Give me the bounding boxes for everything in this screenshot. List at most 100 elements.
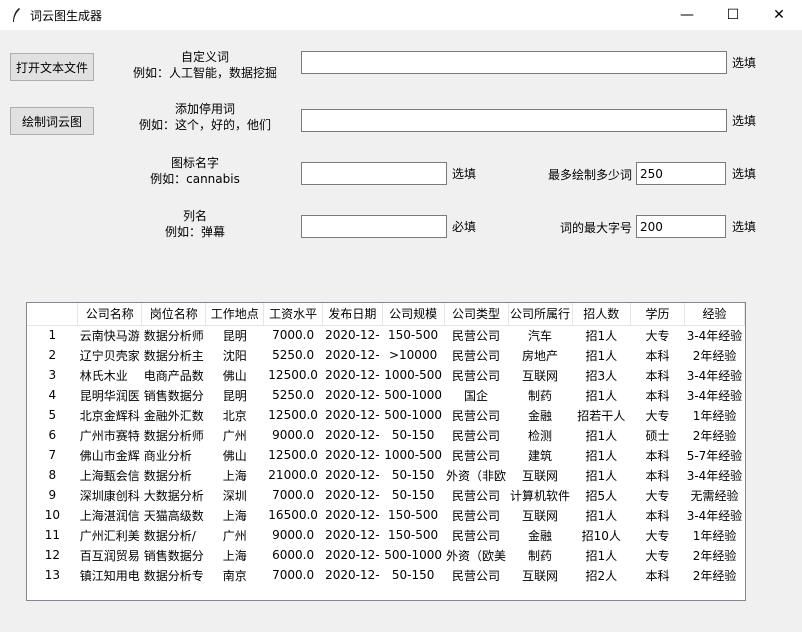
- table-row[interactable]: 5 北京金辉科 金融外汇数 北京 12500.0 2020-12- 500-1000 民营公司…: [27, 405, 745, 425]
- table-row[interactable]: 7 佛山市金辉 商业分析 佛山 12500.0 2020-12- 1000-500 民营公司 建…: [27, 445, 745, 465]
- table-cell: 50-150: [391, 568, 435, 582]
- open-file-button[interactable]: 打开文本文件: [10, 53, 94, 81]
- table-row[interactable]: 2 辽宁贝壳家 数据分析主 沈阳 5250.0 2020-12- >10000 民营公司 房地产…: [27, 345, 745, 365]
- maximize-button[interactable]: ☐: [710, 0, 756, 30]
- table-cell: 民营公司: [452, 528, 501, 543]
- table-cell: 2020-12-: [325, 348, 380, 362]
- table-cell: 5250.0: [272, 388, 315, 402]
- column-name-label: 列名 例如：弹幕: [120, 208, 270, 240]
- table-row[interactable]: 10 上海湛润信 天猫高级数 上海 16500.0 2020-12- 150-500 民营公司…: [27, 505, 745, 525]
- row-index: 9: [48, 488, 57, 502]
- table-row[interactable]: 9 深圳康创科 大数据分析 深圳 7000.0 2020-12- 50-150 民营公司 计算机…: [27, 485, 745, 505]
- column-header[interactable]: 工作地点: [205, 303, 265, 326]
- table-cell: 数据分析专: [143, 568, 204, 583]
- data-table[interactable]: 公司名称 岗位名称 工作地点 工资水平 发布日期 公司规模 公司类型 公司所属行 招人数 学历 经验…: [26, 302, 746, 601]
- max-font-input[interactable]: [636, 215, 726, 238]
- table-cell: 上海湛润信: [79, 508, 140, 523]
- table-cell: 外资（欧美: [446, 548, 507, 563]
- row-index: 3: [48, 368, 57, 382]
- column-header[interactable]: 岗位名称: [141, 303, 207, 326]
- table-cell: 计算机软件: [510, 488, 571, 503]
- table-row[interactable]: 3 林氏木业 电商产品数 佛山 12500.0 2020-12- 1000-500 民营公司 互…: [27, 365, 745, 385]
- table-cell: 上海: [222, 548, 247, 563]
- column-header[interactable]: 发布日期: [322, 303, 383, 326]
- row-index: 4: [48, 388, 57, 402]
- data-table-grid: 公司名称 岗位名称 工作地点 工资水平 发布日期 公司规模 公司类型 公司所属行 招人数 学历 经验…: [27, 303, 745, 585]
- column-header[interactable]: [27, 303, 79, 326]
- column-header[interactable]: 招人数: [572, 303, 632, 326]
- table-cell: 招1人: [585, 388, 618, 403]
- custom-words-input[interactable]: [301, 51, 727, 74]
- table-row[interactable]: 6 广州市赛特 数据分析师 广州 9000.0 2020-12- 50-150 民营公司 检测 招…: [27, 425, 745, 445]
- table-cell: 佛山: [222, 448, 247, 463]
- table-cell: 昆明: [222, 328, 247, 343]
- row-index: 1: [48, 328, 57, 343]
- table-cell: 1年经验: [692, 408, 737, 423]
- table-cell: 数据分析师: [143, 428, 204, 443]
- table-cell: 12500.0: [268, 448, 318, 462]
- table-cell: 数据分析: [143, 468, 192, 483]
- table-cell: 金融: [528, 528, 553, 543]
- table-cell: 深圳: [222, 488, 247, 503]
- table-cell: 12500.0: [268, 368, 318, 382]
- table-cell: 互联网: [522, 468, 559, 483]
- row-index: 5: [48, 408, 57, 422]
- row-index: 10: [44, 508, 61, 522]
- table-cell: 5250.0: [272, 348, 315, 362]
- table-cell: 2年经验: [692, 428, 737, 443]
- column-header[interactable]: 公司名称: [77, 303, 143, 326]
- table-row[interactable]: 8 上海甄会信 数据分析 上海 21000.0 2020-12- 50-150 外资（非欧 互联…: [27, 465, 745, 485]
- table-cell: 数据分析/: [143, 528, 196, 543]
- table-row[interactable]: 4 昆明华润医 销售数据分 昆明 5250.0 2020-12- 500-1000 国企 制药 招…: [27, 385, 745, 405]
- column-name-input[interactable]: [301, 215, 447, 238]
- title-bar: 词云图生成器 — ☐ ✕: [0, 0, 802, 30]
- table-cell: 500-1000: [384, 408, 442, 422]
- table-row[interactable]: 11 广州汇利美 数据分析/广州 9000.0 2020-12- 150-500 民营公司 金…: [27, 525, 745, 545]
- table-row[interactable]: 12 百互润贸易 销售数据分 上海 6000.0 2020-12- 500-1000 外资（欧…: [27, 545, 745, 565]
- row-index: 8: [48, 468, 57, 482]
- table-cell: 互联网: [522, 568, 559, 583]
- table-cell: 150-500: [388, 528, 439, 542]
- column-header[interactable]: 公司类型: [444, 303, 509, 326]
- column-header[interactable]: 经验: [684, 303, 745, 326]
- table-cell: 2020-12-: [325, 408, 380, 422]
- table-cell: 本科: [645, 468, 670, 483]
- table-cell: 佛山市金辉: [79, 448, 140, 463]
- table-cell: 招1人: [585, 348, 618, 363]
- max-words-input[interactable]: [636, 162, 726, 185]
- table-cell: 大专: [645, 488, 670, 503]
- table-cell: 广州: [222, 528, 247, 543]
- table-cell: 大数据分析: [143, 488, 204, 503]
- table-cell: 7000.0: [272, 328, 315, 343]
- table-cell: 2020-12-: [325, 508, 380, 522]
- table-cell: 500-1000: [384, 388, 442, 402]
- table-cell: 1000-500: [384, 368, 442, 382]
- column-header[interactable]: 公司规模: [382, 303, 445, 326]
- draw-wordcloud-button[interactable]: 绘制词云图: [10, 107, 94, 135]
- icon-name-title: 图标名字: [170, 156, 219, 170]
- table-cell: 检测: [528, 428, 553, 443]
- table-cell: 民营公司: [452, 448, 501, 463]
- column-header[interactable]: 工资水平: [263, 303, 324, 326]
- column-header[interactable]: 学历: [630, 303, 686, 326]
- table-cell: 5-7年经验: [686, 448, 743, 463]
- table-cell: 销售数据分: [143, 548, 204, 563]
- stopwords-hint: 选填: [732, 114, 757, 128]
- table-cell: 500-1000: [384, 548, 442, 562]
- table-body: 1 云南快马游 数据分析师 昆明 7000.0 2020-12- 150-500 民营公司 汽车…: [27, 325, 745, 585]
- minimize-button[interactable]: —: [664, 0, 710, 30]
- column-header[interactable]: 公司所属行: [508, 303, 573, 326]
- table-cell: 招1人: [585, 468, 618, 483]
- icon-name-hint: 选填: [452, 167, 477, 181]
- table-cell: 广州市赛特: [79, 428, 140, 443]
- custom-words-title: 自定义词: [180, 50, 229, 64]
- table-row[interactable]: 1 云南快马游 数据分析师 昆明 7000.0 2020-12- 150-500 民营公司 汽车…: [27, 325, 745, 345]
- close-button[interactable]: ✕: [756, 0, 802, 30]
- stopwords-input[interactable]: [301, 109, 727, 132]
- table-cell: 数据分析师: [143, 328, 204, 343]
- table-cell: 9000.0: [272, 428, 315, 442]
- table-cell: 50-150: [391, 468, 435, 482]
- stopwords-example: 例如：这个，好的，他们: [138, 118, 271, 132]
- icon-name-input[interactable]: [301, 162, 447, 185]
- table-row[interactable]: 13 镇江知用电 数据分析专 南京 7000.0 2020-12- 50-150 民营公司 互联…: [27, 565, 745, 585]
